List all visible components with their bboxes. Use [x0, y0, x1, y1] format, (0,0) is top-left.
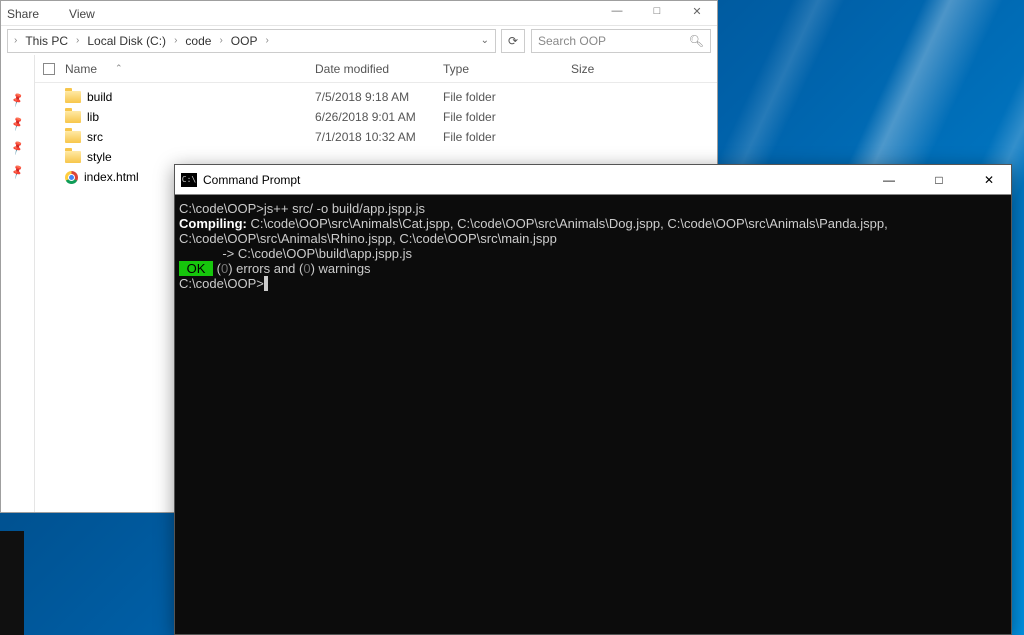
file-date: 7/5/2018 9:18 AM: [315, 90, 443, 104]
file-type: File folder: [443, 110, 571, 124]
cmd-close-button[interactable]: ✕: [967, 165, 1011, 195]
sort-asc-icon: ⌃: [115, 63, 123, 74]
cmd-cursor: [264, 276, 268, 291]
file-row[interactable]: src 7/1/2018 10:32 AMFile folder: [35, 127, 717, 147]
refresh-button[interactable]: ⟳: [501, 29, 525, 53]
cmd-compiling-files: C:\code\OOP\src\Animals\Cat.jspp, C:\cod…: [179, 216, 891, 246]
cmd-title-text: Command Prompt: [203, 173, 300, 187]
file-type: File folder: [443, 130, 571, 144]
pin-icon[interactable]: 📌: [9, 93, 25, 109]
file-row[interactable]: build 7/5/2018 9:18 AMFile folder: [35, 87, 717, 107]
file-date: 6/26/2018 9:01 AM: [315, 110, 443, 124]
search-placeholder: Search OOP: [538, 34, 606, 48]
chevron-right-icon: ›: [10, 35, 21, 46]
file-name: lib: [87, 110, 99, 124]
quick-access-sidebar: 📌 📌 📌 📌: [1, 55, 35, 512]
chevron-right-icon: ›: [215, 35, 226, 46]
folder-icon: [65, 151, 81, 163]
column-header-name[interactable]: Name ⌃: [65, 62, 315, 76]
taskbar-sliver: [0, 531, 24, 635]
select-all-checkbox[interactable]: [43, 63, 65, 75]
ribbon-tab-share[interactable]: Share: [1, 3, 45, 25]
chevron-right-icon: ›: [170, 35, 181, 46]
cmd-output-path: -> C:\code\OOP\build\app.jspp.js: [179, 246, 1007, 261]
chevron-right-icon: ›: [72, 35, 83, 46]
file-date: 7/1/2018 10:32 AM: [315, 130, 443, 144]
search-icon: 🔍︎: [689, 34, 704, 48]
ribbon-tabs: Share View — □ ✕: [1, 1, 717, 25]
pin-icon[interactable]: 📌: [9, 117, 25, 133]
crumb-code[interactable]: code: [181, 31, 215, 51]
address-bar-row: › This PC › Local Disk (C:) › code › OOP…: [1, 25, 717, 55]
cmd-status-text: ) errors and (: [228, 261, 303, 276]
cmd-compiling-label: Compiling:: [179, 216, 247, 231]
cmd-prompt: C:\code\OOP>: [179, 201, 264, 216]
search-input[interactable]: Search OOP 🔍︎: [531, 29, 711, 53]
explorer-close-button[interactable]: ✕: [677, 0, 717, 22]
explorer-maximize-button[interactable]: □: [637, 0, 677, 22]
file-name: style: [87, 150, 112, 164]
command-prompt-window: C:\ Command Prompt — □ ✕ C:\code\OOP>js+…: [174, 164, 1012, 635]
cmd-warning-count: 0: [303, 261, 310, 276]
pin-icon[interactable]: 📌: [9, 165, 25, 181]
cmd-maximize-button[interactable]: □: [917, 165, 961, 195]
column-headers: Name ⌃ Date modified Type Size: [35, 55, 717, 83]
folder-icon: [65, 131, 81, 143]
folder-icon: [65, 111, 81, 123]
cmd-command: js++ src/ -o build/app.jspp.js: [264, 201, 425, 216]
folder-icon: [65, 91, 81, 103]
crumb-oop[interactable]: OOP: [227, 31, 262, 51]
cmd-ok-badge: OK: [179, 261, 213, 276]
chevron-down-icon[interactable]: ⌄: [477, 35, 493, 46]
column-header-date[interactable]: Date modified: [315, 62, 443, 76]
explorer-window-controls: — □ ✕: [597, 0, 717, 22]
cmd-minimize-button[interactable]: —: [867, 165, 911, 195]
chevron-right-icon: ›: [261, 35, 272, 46]
cmd-status-text: (: [213, 261, 221, 276]
refresh-icon: ⟳: [508, 34, 518, 48]
cmd-title-bar[interactable]: C:\ Command Prompt — □ ✕: [175, 165, 1011, 195]
file-name: build: [87, 90, 112, 104]
pin-icon[interactable]: 📌: [9, 141, 25, 157]
chrome-html-icon: [65, 171, 78, 184]
cmd-app-icon: C:\: [181, 173, 197, 187]
cmd-status-text: ) warnings: [311, 261, 371, 276]
breadcrumb[interactable]: › This PC › Local Disk (C:) › code › OOP…: [7, 29, 496, 53]
cmd-output[interactable]: C:\code\OOP>js++ src/ -o build/app.jspp.…: [175, 195, 1011, 634]
explorer-minimize-button[interactable]: —: [597, 0, 637, 22]
file-name: index.html: [84, 170, 139, 184]
file-type: File folder: [443, 90, 571, 104]
column-header-size[interactable]: Size: [571, 62, 651, 76]
cmd-prompt: C:\code\OOP>: [179, 276, 264, 291]
column-header-name-label: Name: [65, 62, 97, 76]
column-header-type[interactable]: Type: [443, 62, 571, 76]
crumb-this-pc[interactable]: This PC: [21, 31, 72, 51]
ribbon-tab-view[interactable]: View: [63, 3, 101, 25]
file-row[interactable]: lib 6/26/2018 9:01 AMFile folder: [35, 107, 717, 127]
crumb-local-disk[interactable]: Local Disk (C:): [83, 31, 170, 51]
file-name: src: [87, 130, 103, 144]
